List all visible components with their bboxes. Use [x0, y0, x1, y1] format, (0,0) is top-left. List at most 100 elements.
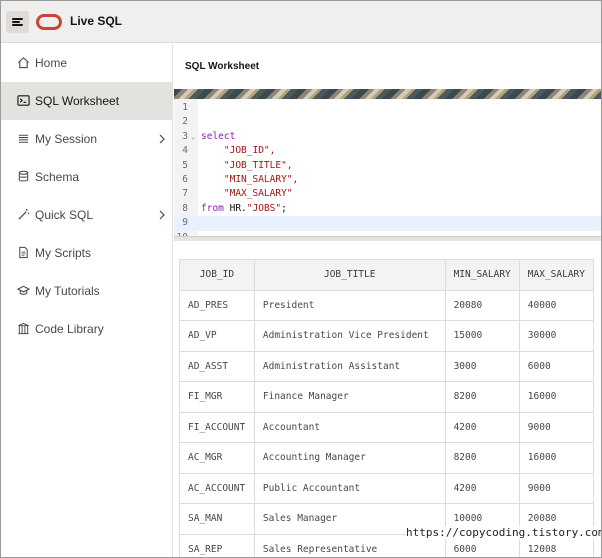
- session-list-icon: [18, 134, 29, 143]
- table-cell: 15000: [444, 320, 520, 352]
- column-header[interactable]: MAX_SALARY: [518, 259, 594, 291]
- line-number: 9: [182, 217, 188, 229]
- code-text: from HR."JOBS";: [201, 202, 287, 216]
- code-line: 3 ⌄ select: [174, 130, 601, 144]
- top-header: Live SQL: [1, 1, 601, 43]
- table-cell: 20080: [444, 289, 520, 321]
- sql-keyword: select: [201, 130, 236, 142]
- code-text: select: [201, 130, 235, 144]
- table-row: AD_ASST Administration Assistant 3000 6000: [179, 350, 594, 382]
- sidebar-item-label: My Tutorials: [35, 284, 100, 298]
- sidebar-item-quick-sql[interactable]: Quick SQL: [1, 196, 172, 234]
- line-number: 6: [182, 174, 188, 185]
- table-row: AD_PRES President 20080 40000: [179, 289, 594, 321]
- table-row: AC_MGR Accounting Manager 8200 16000: [179, 442, 594, 474]
- line-number: 1: [182, 102, 188, 113]
- chevron-right-icon: [159, 134, 165, 144]
- sidebar-item-label: SQL Worksheet: [35, 94, 120, 108]
- table-row: AD_VP Administration Vice President 15000 3…: [179, 320, 594, 352]
- line-number: 7: [182, 188, 188, 200]
- script-file-icon: [19, 246, 28, 259]
- line-number: 3: [182, 130, 188, 142]
- table-cell: 3000: [444, 350, 520, 382]
- watermark-url: https://copycoding.tistory.com/: [406, 526, 601, 539]
- table-cell: 6000: [518, 350, 594, 382]
- graduation-cap-icon: [17, 285, 30, 295]
- sidebar-item-label: My Scripts: [35, 246, 92, 260]
- sidebar-item-label: My Session: [35, 132, 98, 146]
- code-line: 4 "JOB_ID",: [174, 144, 601, 158]
- table-header-row: JOB_ID JOB_TITLE MIN_SALARY MAX_SALARY: [179, 259, 594, 291]
- table-cell: Administration Assistant: [253, 350, 446, 382]
- code-text: "MIN_SALARY",: [201, 173, 298, 187]
- sql-editor[interactable]: 1 2 3 ⌄ select 4 "JOB_ID", 5 "JOB_TITLE", 6 "MI…: [174, 99, 601, 236]
- sidebar-item-my-session[interactable]: My Session: [1, 120, 172, 158]
- decorative-banner: [174, 89, 601, 99]
- hamburger-menu-button[interactable]: [6, 11, 29, 33]
- sql-identifier: "JOB_ID",: [201, 145, 276, 157]
- sidebar-nav: Home SQL Worksheet My Session Schema Qui…: [1, 44, 173, 557]
- table-cell: Public Accountant: [253, 472, 446, 504]
- line-number: 8: [182, 202, 188, 214]
- line-number: 4: [182, 145, 188, 157]
- table-cell: 8200: [444, 381, 520, 413]
- sidebar-item-my-tutorials[interactable]: My Tutorials: [1, 272, 172, 310]
- table-cell: Accountant: [253, 411, 446, 443]
- code-line: 7 "MAX_SALARY": [174, 187, 601, 201]
- sidebar-item-code-library[interactable]: Code Library: [1, 310, 172, 348]
- table-row: AC_ACCOUNT Public Accountant 4200 9000: [179, 472, 594, 504]
- library-icon: [18, 322, 29, 335]
- sidebar-item-home[interactable]: Home: [1, 44, 172, 82]
- table-cell: 8200: [444, 442, 520, 474]
- table-cell: FI_ACCOUNT: [179, 411, 255, 443]
- table-cell: AD_ASST: [179, 350, 255, 382]
- fold-chevron-icon[interactable]: ⌄: [191, 130, 195, 144]
- app-title: Live SQL: [70, 14, 123, 28]
- query-results: JOB_ID JOB_TITLE MIN_SALARY MAX_SALARY AD_P…: [179, 259, 594, 557]
- sidebar-item-my-scripts[interactable]: My Scripts: [1, 234, 172, 272]
- results-table: JOB_ID JOB_TITLE MIN_SALARY MAX_SALARY AD_P…: [179, 259, 594, 557]
- table-cell: 4200: [444, 411, 520, 443]
- table-row: FI_ACCOUNT Accountant 4200 9000: [179, 411, 594, 443]
- code-line: 8 from HR."JOBS";: [174, 202, 601, 216]
- sidebar-item-sql-worksheet[interactable]: SQL Worksheet: [1, 82, 172, 120]
- sql-identifier: "JOBS": [246, 202, 282, 214]
- column-header[interactable]: MIN_SALARY: [444, 259, 520, 291]
- sidebar-item-label: Quick SQL: [35, 208, 94, 222]
- pane-splitter-handle[interactable]: [174, 236, 601, 241]
- code-line: 9: [174, 216, 601, 231]
- column-header[interactable]: JOB_TITLE: [253, 259, 446, 291]
- table-cell: AD_PRES: [179, 289, 255, 321]
- table-cell: Accounting Manager: [253, 442, 446, 474]
- table-cell: 16000: [518, 381, 594, 413]
- table-cell: 30000: [518, 320, 594, 352]
- sql-identifier: "MIN_SALARY",: [201, 174, 299, 185]
- table-cell: Finance Manager: [253, 381, 446, 413]
- line-number: 5: [182, 159, 188, 171]
- table-cell: AD_VP: [179, 320, 255, 352]
- oracle-logo-icon: [36, 14, 62, 30]
- table-cell: 40000: [518, 289, 594, 321]
- sidebar-item-schema[interactable]: Schema: [1, 158, 172, 196]
- code-line: 6 "MIN_SALARY",: [174, 173, 601, 187]
- sql-identifier: "JOB_TITLE",: [201, 159, 293, 171]
- table-cell: 9000: [518, 472, 594, 504]
- sidebar-item-label: Home: [35, 56, 68, 70]
- table-cell: SA_REP: [179, 533, 255, 557]
- table-cell: Administration Vice President: [253, 320, 446, 352]
- sql-text: ;: [281, 202, 287, 214]
- page-title: SQL Worksheet: [185, 61, 260, 72]
- table-cell: 4200: [444, 472, 520, 504]
- code-text: "MAX_SALARY": [201, 187, 293, 201]
- code-line: 5 "JOB_TITLE",: [174, 159, 601, 173]
- sql-text: HR.: [223, 202, 247, 214]
- column-header[interactable]: JOB_ID: [179, 259, 255, 291]
- magic-wand-icon: [18, 208, 30, 220]
- line-number: 2: [182, 116, 188, 128]
- code-line: 1: [174, 101, 601, 115]
- app-window: Live SQL Home SQL Worksheet My Session S…: [0, 0, 602, 558]
- database-icon: [18, 170, 29, 182]
- code-text: "JOB_ID",: [201, 144, 275, 158]
- sidebar-item-label: Code Library: [35, 322, 104, 336]
- chevron-right-icon: [159, 210, 165, 220]
